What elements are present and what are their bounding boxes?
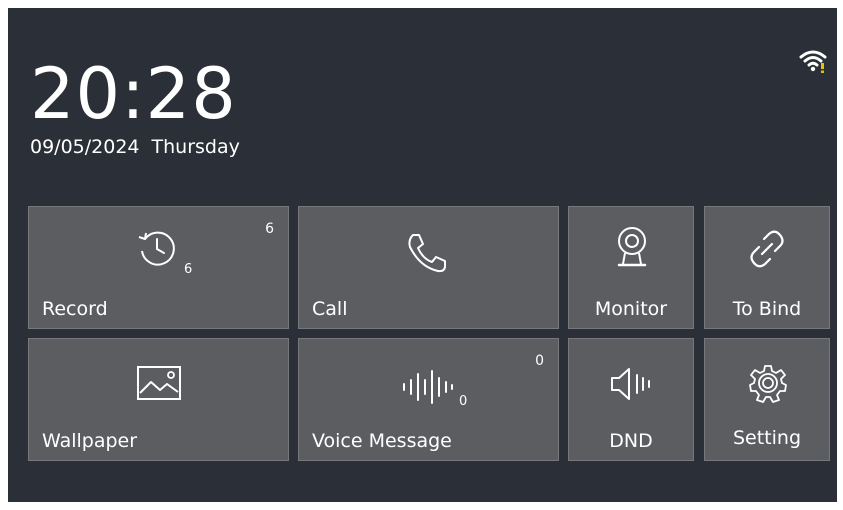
record-tile[interactable]: 6 6 Record xyxy=(28,206,289,329)
monitor-tile[interactable]: Monitor xyxy=(568,206,694,329)
wallpaper-tile[interactable]: Wallpaper xyxy=(28,338,289,461)
weekday-text: Thursday xyxy=(151,136,240,158)
wifi-icon xyxy=(798,48,828,74)
clock-date: 09/05/2024 Thursday xyxy=(30,136,252,158)
record-badge: 6 xyxy=(265,221,274,237)
wallpaper-label: Wallpaper xyxy=(42,430,138,452)
voice-message-tile[interactable]: 0 0 Voice Message xyxy=(298,338,559,461)
record-label: Record xyxy=(42,298,108,320)
home-screen: 20:28 09/05/2024 Thursday 6 6 Record Cal… xyxy=(8,8,837,502)
speaker-mute-icon xyxy=(609,367,657,401)
camera-icon xyxy=(614,225,650,271)
history-icon xyxy=(136,227,176,267)
record-icon-count: 6 xyxy=(184,262,193,277)
image-icon xyxy=(136,365,182,401)
to-bind-tile[interactable]: To Bind xyxy=(704,206,830,329)
to-bind-label: To Bind xyxy=(732,298,802,320)
setting-label: Setting xyxy=(732,427,802,449)
link-icon xyxy=(747,229,787,269)
date-text: 09/05/2024 xyxy=(30,136,140,158)
waveform-icon xyxy=(400,369,454,405)
call-tile[interactable]: Call xyxy=(298,206,559,329)
clock-time: 20:28 xyxy=(30,53,237,135)
monitor-label: Monitor xyxy=(594,298,668,320)
voice-icon-count: 0 xyxy=(459,394,468,409)
gear-icon xyxy=(748,363,788,403)
call-label: Call xyxy=(312,298,348,320)
voice-message-badge: 0 xyxy=(535,353,544,369)
voice-message-label: Voice Message xyxy=(312,430,452,452)
dnd-label: DND xyxy=(609,430,653,452)
phone-icon xyxy=(404,231,448,275)
setting-tile[interactable]: Setting xyxy=(704,338,830,461)
dnd-tile[interactable]: DND xyxy=(568,338,694,461)
